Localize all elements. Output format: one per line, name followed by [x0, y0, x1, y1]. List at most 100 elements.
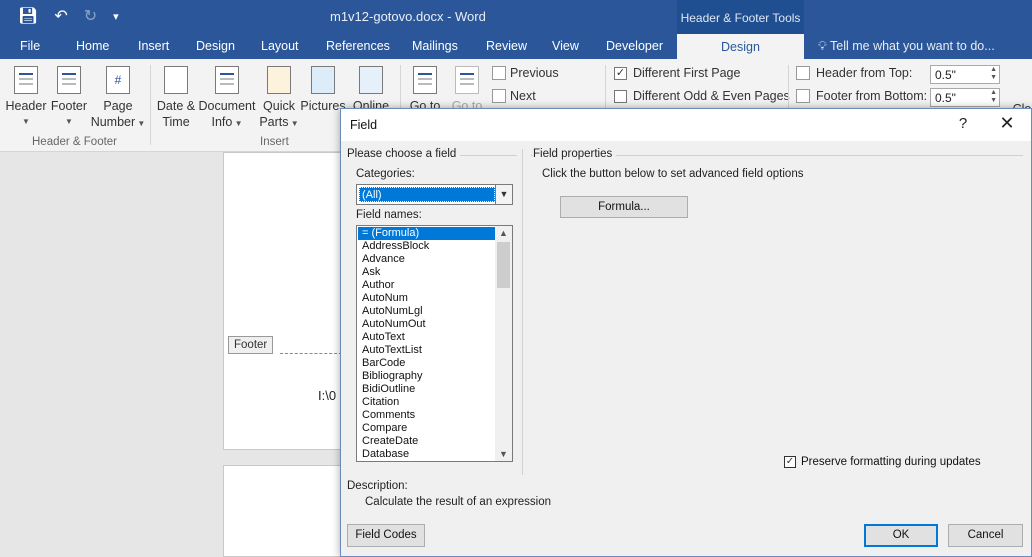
list-item[interactable]: AutoTextList — [358, 344, 495, 357]
page-number-button[interactable]: # Page Number ▼ — [90, 66, 146, 132]
chevron-down-icon: ▼ — [22, 117, 30, 126]
go-to-footer-icon — [455, 66, 479, 94]
date-time-button[interactable]: Date & Time — [154, 66, 198, 130]
online-pictures-button[interactable]: Online — [348, 66, 394, 114]
tab-file[interactable]: File — [20, 39, 40, 53]
different-odd-even-option[interactable]: Different Odd & Even Pages — [614, 89, 790, 103]
go-to-footer-button[interactable]: Go to — [446, 66, 488, 114]
title-bar: 💾︎ ↶ ↻ ▾ m1v12-gotovo.docx - Word — [0, 0, 1032, 34]
document-page-next[interactable] — [223, 465, 353, 557]
tell-me-box[interactable]: 💡︎ Tell me what you want to do... — [818, 39, 995, 54]
scroll-up-icon[interactable]: ▲ — [495, 226, 512, 240]
list-item[interactable]: Ask — [358, 266, 495, 279]
different-first-page-checkbox[interactable]: ✓ — [614, 66, 627, 80]
field-names-items: = (Formula) AddressBlock Advance Ask Author A… — [358, 227, 495, 461]
formula-button[interactable]: Formula... — [560, 196, 688, 218]
pictures-button[interactable]: Pictures — [300, 66, 346, 114]
different-odd-even-label: Different Odd & Even Pages — [633, 89, 790, 103]
save-icon[interactable]: 💾︎ — [18, 6, 38, 26]
scroll-down-icon[interactable]: ▼ — [495, 447, 512, 461]
scrollbar-thumb[interactable] — [497, 242, 510, 288]
document-page[interactable] — [223, 152, 353, 450]
go-to-header-button[interactable]: Go to — [404, 66, 446, 114]
different-odd-even-checkbox[interactable] — [614, 89, 627, 103]
group-separator — [150, 65, 151, 145]
tab-header-footer-design[interactable]: Design — [677, 34, 804, 59]
list-item[interactable]: AutoText — [358, 331, 495, 344]
tab-review[interactable]: Review — [486, 39, 527, 53]
list-item[interactable]: BarCode — [358, 357, 495, 370]
tab-references[interactable]: References — [326, 39, 390, 53]
list-item[interactable]: = (Formula) — [358, 227, 495, 240]
different-first-page-label: Different First Page — [633, 66, 741, 80]
categories-selected-value: (All) — [359, 187, 495, 202]
close-icon[interactable]: ✕ — [997, 113, 1017, 134]
tab-insert[interactable]: Insert — [138, 39, 169, 53]
field-list-scrollbar[interactable]: ▲ ▼ — [495, 226, 512, 461]
list-item[interactable]: AutoNumOut — [358, 318, 495, 331]
next-button[interactable]: Next — [492, 89, 536, 103]
categories-label: Categories: — [356, 168, 415, 180]
ok-button[interactable]: OK — [864, 524, 938, 547]
next-label: Next — [510, 89, 536, 103]
tab-design[interactable]: Design — [196, 39, 235, 53]
footer-from-bottom-input[interactable]: 0.5" ▲ ▼ — [930, 88, 1000, 107]
list-item[interactable]: CreateDate — [358, 435, 495, 448]
spinner-arrows-icon[interactable]: ▲ ▼ — [990, 66, 997, 82]
tab-view[interactable]: View — [552, 39, 579, 53]
list-item[interactable]: AutoNumLgl — [358, 305, 495, 318]
list-item[interactable]: Author — [358, 279, 495, 292]
chevron-down-icon: ▼ — [232, 119, 243, 128]
header-button[interactable]: Header ▼ — [4, 66, 48, 130]
preserve-formatting-checkbox[interactable]: ✓ — [784, 456, 796, 468]
list-item[interactable]: Advance — [358, 253, 495, 266]
dialog-title: Field — [350, 118, 378, 132]
different-first-page-option[interactable]: ✓ Different First Page — [614, 66, 740, 80]
help-icon[interactable]: ? — [953, 115, 973, 132]
list-item[interactable]: Database — [358, 448, 495, 461]
redo-icon[interactable]: ↻ — [84, 6, 97, 26]
preserve-formatting-label: Preserve formatting during updates — [801, 456, 981, 468]
chevron-down-icon[interactable]: ▼ — [495, 185, 512, 204]
field-names-list[interactable]: = (Formula) AddressBlock Advance Ask Author A… — [356, 225, 513, 462]
footer-from-bottom-label: Footer from Bottom: — [816, 89, 928, 103]
spinner-arrows-icon[interactable]: ▲ ▼ — [990, 89, 997, 105]
field-dialog: Field ? ✕ Please choose a field Categori… — [340, 108, 1032, 557]
picture-icon — [311, 66, 335, 94]
list-item[interactable]: Bibliography — [358, 370, 495, 383]
list-item[interactable]: BidiOutline — [358, 383, 495, 396]
tab-layout[interactable]: Layout — [261, 39, 299, 53]
date-time-label-2: Time — [162, 115, 190, 129]
categories-select[interactable]: (All) ▼ — [356, 184, 513, 205]
tab-home[interactable]: Home — [76, 39, 109, 53]
contextual-tab-title: Header & Footer Tools — [677, 0, 804, 34]
field-codes-button[interactable]: Field Codes — [347, 524, 425, 547]
footer-button[interactable]: Footer ▼ — [48, 66, 90, 130]
tab-mailings[interactable]: Mailings — [412, 39, 458, 53]
quick-access-toolbar: 💾︎ ↶ ↻ ▾ — [18, 6, 119, 26]
customize-qat-icon[interactable]: ▾ — [113, 10, 119, 23]
list-item[interactable]: Citation — [358, 396, 495, 409]
field-properties-heading: Field properties — [533, 148, 617, 160]
dialog-title-bar[interactable]: Field ? ✕ — [341, 109, 1031, 141]
footer-text[interactable]: I:\0 — [318, 388, 336, 403]
go-to-header-icon — [413, 66, 437, 94]
properties-hint: Click the button below to set advanced f… — [542, 168, 804, 180]
tell-me-text: Tell me what you want to do... — [830, 39, 995, 53]
list-item[interactable]: AddressBlock — [358, 240, 495, 253]
list-item[interactable]: AutoNum — [358, 292, 495, 305]
window-title: m1v12-gotovo.docx - Word — [330, 9, 486, 24]
cancel-button[interactable]: Cancel — [948, 524, 1023, 547]
quick-parts-button[interactable]: Quick Parts ▼ — [258, 66, 300, 132]
preserve-formatting-option[interactable]: ✓ Preserve formatting during updates — [784, 456, 981, 468]
document-info-button[interactable]: Document Info ▼ — [198, 66, 256, 132]
header-icon — [14, 66, 38, 94]
header-from-top-input[interactable]: 0.5" ▲ ▼ — [930, 65, 1000, 84]
chevron-down-icon: ▼ — [288, 119, 299, 128]
previous-button[interactable]: Previous — [492, 66, 559, 80]
list-item[interactable]: Comments — [358, 409, 495, 422]
date-time-label-1: Date & — [156, 99, 196, 113]
tab-developer[interactable]: Developer — [606, 39, 663, 53]
undo-icon[interactable]: ↶ — [54, 6, 67, 26]
list-item[interactable]: Compare — [358, 422, 495, 435]
